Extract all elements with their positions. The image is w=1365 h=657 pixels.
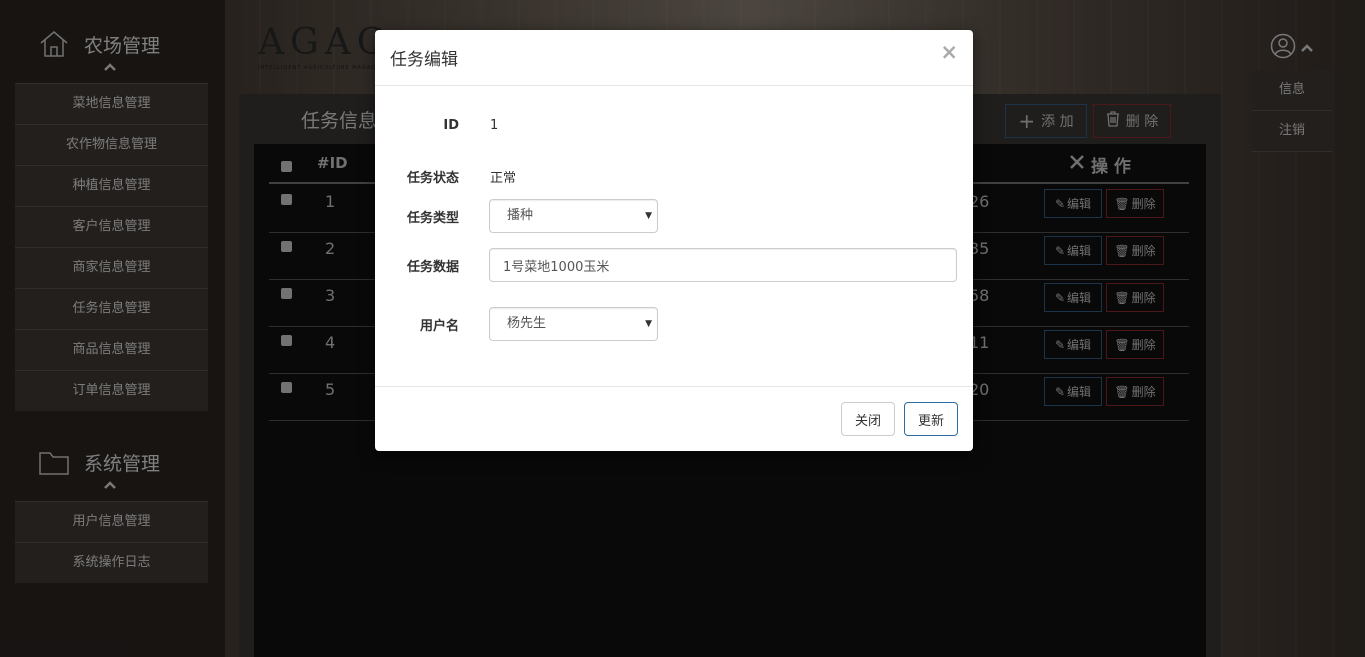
status-row: 任务状态 正常 — [375, 159, 973, 193]
dropdown-arrow-icon: ▼ — [645, 211, 652, 221]
username-value: 杨先生 — [507, 316, 547, 331]
modal-title: 任务编辑 — [390, 50, 458, 70]
user-row: 用户名 杨先生 ▼ — [375, 307, 973, 341]
id-value: 1 — [490, 118, 499, 133]
task-data-input[interactable] — [489, 248, 957, 282]
dropdown-arrow-icon: ▼ — [645, 319, 652, 329]
status-label: 任务状态 — [406, 171, 459, 186]
user-label: 用户名 — [419, 319, 459, 334]
type-label: 任务类型 — [406, 211, 459, 226]
close-button[interactable]: 关闭 — [841, 402, 895, 436]
data-row: 任务数据 — [375, 248, 973, 282]
task-edit-modal: 任务编辑 × ID 1 任务状态 正常 任务类型 播种 ▼ 任务数据 用户名 杨… — [375, 30, 973, 451]
id-label: ID — [443, 118, 459, 133]
data-label: 任务数据 — [406, 260, 459, 275]
id-row: ID 1 — [375, 110, 973, 144]
close-icon[interactable]: × — [940, 42, 958, 63]
username-select[interactable]: 杨先生 ▼ — [489, 307, 658, 341]
modal-header: 任务编辑 × — [375, 30, 973, 86]
status-value: 正常 — [490, 171, 517, 186]
task-type-select[interactable]: 播种 ▼ — [489, 199, 658, 233]
type-row: 任务类型 播种 ▼ — [375, 199, 973, 233]
update-button[interactable]: 更新 — [904, 402, 958, 436]
task-type-value: 播种 — [507, 208, 534, 223]
modal-footer: 关闭 更新 — [375, 386, 973, 451]
